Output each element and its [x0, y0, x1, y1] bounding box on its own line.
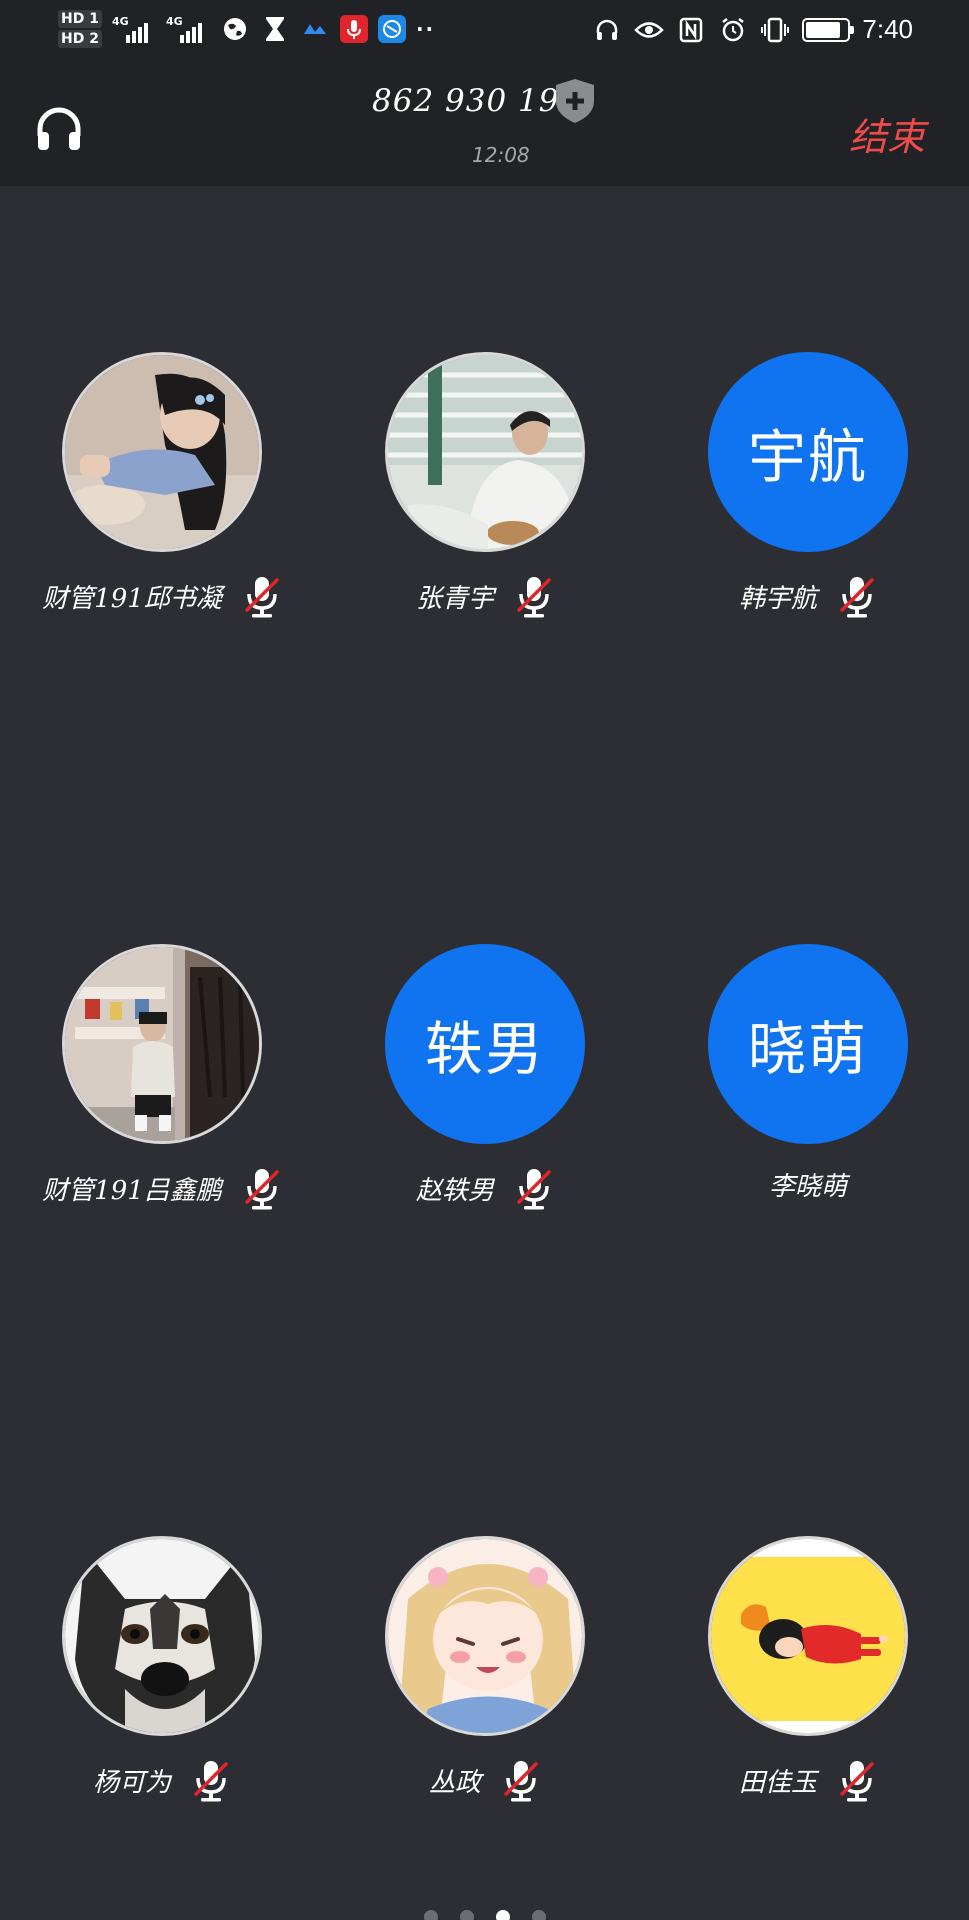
- participant-name: 田佳玉: [738, 1767, 817, 1798]
- clock: 7:40: [862, 14, 913, 44]
- avatar: [708, 1536, 908, 1736]
- battery-icon: [802, 17, 855, 42]
- page-dot[interactable]: [423, 1910, 438, 1920]
- participant-name: 李晓萌: [768, 1172, 847, 1202]
- shield-add-icon[interactable]: [553, 77, 597, 125]
- participant-name: 丛政: [428, 1767, 481, 1798]
- participant-name: 张青宇: [415, 583, 494, 614]
- page-indicator[interactable]: [0, 1910, 969, 1920]
- page-dot-active[interactable]: [495, 1910, 510, 1920]
- mic-muted-icon: [517, 577, 551, 618]
- mic-muted-icon: [245, 1169, 279, 1210]
- hourglass-icon: [260, 14, 290, 44]
- avatar: [62, 352, 262, 552]
- browser-app-icon: [377, 15, 406, 43]
- mic-muted-icon: [840, 1761, 874, 1802]
- participant-name: 财管191邱书凝: [42, 583, 222, 614]
- alarm-icon: [718, 15, 748, 45]
- avatar: [385, 352, 585, 552]
- participant-name: 杨可为: [92, 1767, 171, 1798]
- avatar: 晓萌: [708, 944, 908, 1144]
- nfc-icon: [676, 15, 706, 45]
- headset-icon[interactable]: [34, 104, 84, 152]
- signal-icon: 4G: [166, 15, 210, 43]
- avatar: [62, 944, 262, 1144]
- avatar-initials: 晓萌: [747, 1015, 868, 1083]
- globe-icon: [220, 14, 250, 44]
- participant-name: 财管191吕鑫鹏: [42, 1175, 222, 1206]
- mic-muted-icon: [245, 577, 279, 618]
- avatar: [62, 1536, 262, 1736]
- sim2-badge: HD 2: [58, 30, 102, 48]
- page-dot[interactable]: [459, 1910, 474, 1920]
- avatar-initials: 宇航: [747, 423, 868, 491]
- participant-name: 韩宇航: [738, 583, 817, 614]
- sim-indicators: HD 1 HD 2: [58, 10, 102, 48]
- meeting-header: 862 930 190 12:08 结束: [0, 68, 969, 186]
- mic-muted-icon: [194, 1761, 228, 1802]
- headphone-status-icon: [592, 15, 622, 45]
- app-icon: [300, 14, 330, 44]
- end-meeting-button[interactable]: 结束: [849, 106, 925, 161]
- mic-muted-icon: [504, 1761, 538, 1802]
- signal-icon: 4G: [112, 15, 156, 43]
- vibrate-icon: [760, 15, 790, 45]
- avatar: 宇航: [708, 352, 908, 552]
- avatar-initials: 轶男: [424, 1015, 545, 1083]
- page-dot[interactable]: [531, 1910, 546, 1920]
- status-bar: HD 1 HD 2 4G 4G ·· 7:40: [0, 0, 969, 68]
- avatar: [385, 1536, 585, 1736]
- avatar: 轶男: [385, 944, 585, 1144]
- mic-muted-icon: [840, 577, 874, 618]
- mic-muted-icon: [517, 1169, 551, 1210]
- sim1-badge: HD 1: [58, 10, 102, 28]
- participant-name: 赵轶男: [415, 1175, 494, 1206]
- more-notifications-icon: ··: [415, 17, 436, 41]
- meeting-duration: 12:08: [472, 143, 530, 167]
- meeting-id[interactable]: 862 930 190: [372, 83, 580, 119]
- eye-icon: [634, 15, 665, 45]
- recording-mic-icon: [339, 15, 368, 43]
